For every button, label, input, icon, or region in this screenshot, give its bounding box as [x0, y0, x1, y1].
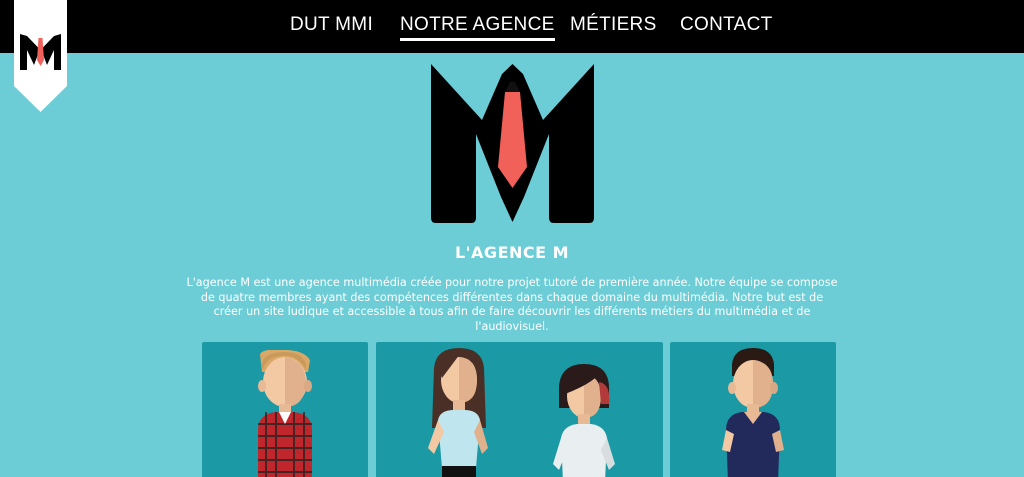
agency-title: L'AGENCE M	[454, 243, 570, 262]
agency-m-logo	[431, 64, 594, 223]
m-logo-icon	[20, 34, 61, 70]
home-logo-badge[interactable]	[14, 0, 67, 112]
nav-contact[interactable]: CONTACT	[680, 14, 773, 36]
nav-notre-agence[interactable]: NOTRE AGENCE	[400, 14, 555, 41]
boy-plaid-shirt-avatar	[258, 350, 312, 477]
team-card-1[interactable]	[202, 342, 368, 477]
boy-navy-polo-avatar	[722, 348, 784, 477]
team-card-3[interactable]	[670, 342, 836, 477]
nav-metiers[interactable]: MÉTIERS	[570, 14, 657, 36]
girl-short-hair-avatar	[553, 364, 615, 477]
agency-description: L'agence M est une agence multimédia cré…	[186, 276, 838, 333]
girl-long-hair-avatar	[428, 348, 488, 477]
team-card-2[interactable]	[376, 342, 663, 477]
nav-dut-mmi[interactable]: DUT MMI	[290, 14, 373, 36]
main-nav: DUT MMI NOTRE AGENCE MÉTIERS CONTACT	[0, 0, 1024, 53]
